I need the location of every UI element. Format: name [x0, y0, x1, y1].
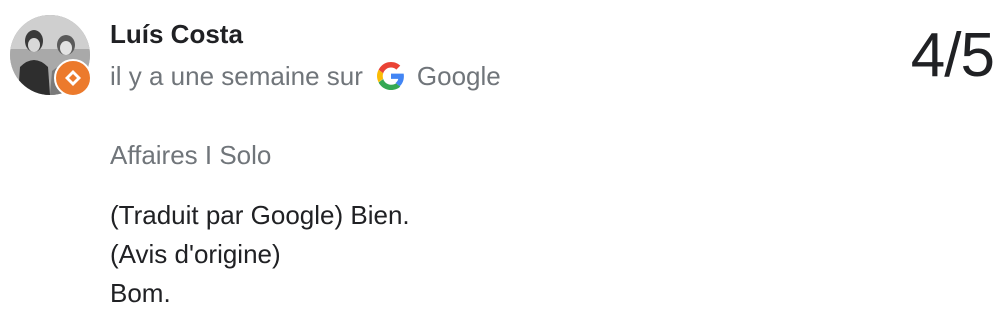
trip-type: Affaires I Solo: [110, 140, 272, 170]
review-source: Google: [416, 60, 501, 91]
review-time: il y a une semaine sur: [110, 60, 363, 91]
review-original-label: (Avis d'origine): [110, 239, 281, 269]
avatar[interactable]: [10, 15, 92, 97]
local-guide-badge-icon: [54, 59, 92, 97]
review-meta: il y a une semaine sur Google: [110, 60, 501, 92]
review-original-text: Bom.: [110, 278, 171, 308]
google-g-icon: [376, 62, 405, 90]
author-name[interactable]: Luís Costa: [110, 19, 243, 50]
review-translated-text: (Traduit par Google) Bien.: [110, 200, 410, 230]
review-rating: 4/5: [910, 21, 995, 90]
review-text: (Traduit par Google) Bien. (Avis d'origi…: [110, 196, 410, 313]
